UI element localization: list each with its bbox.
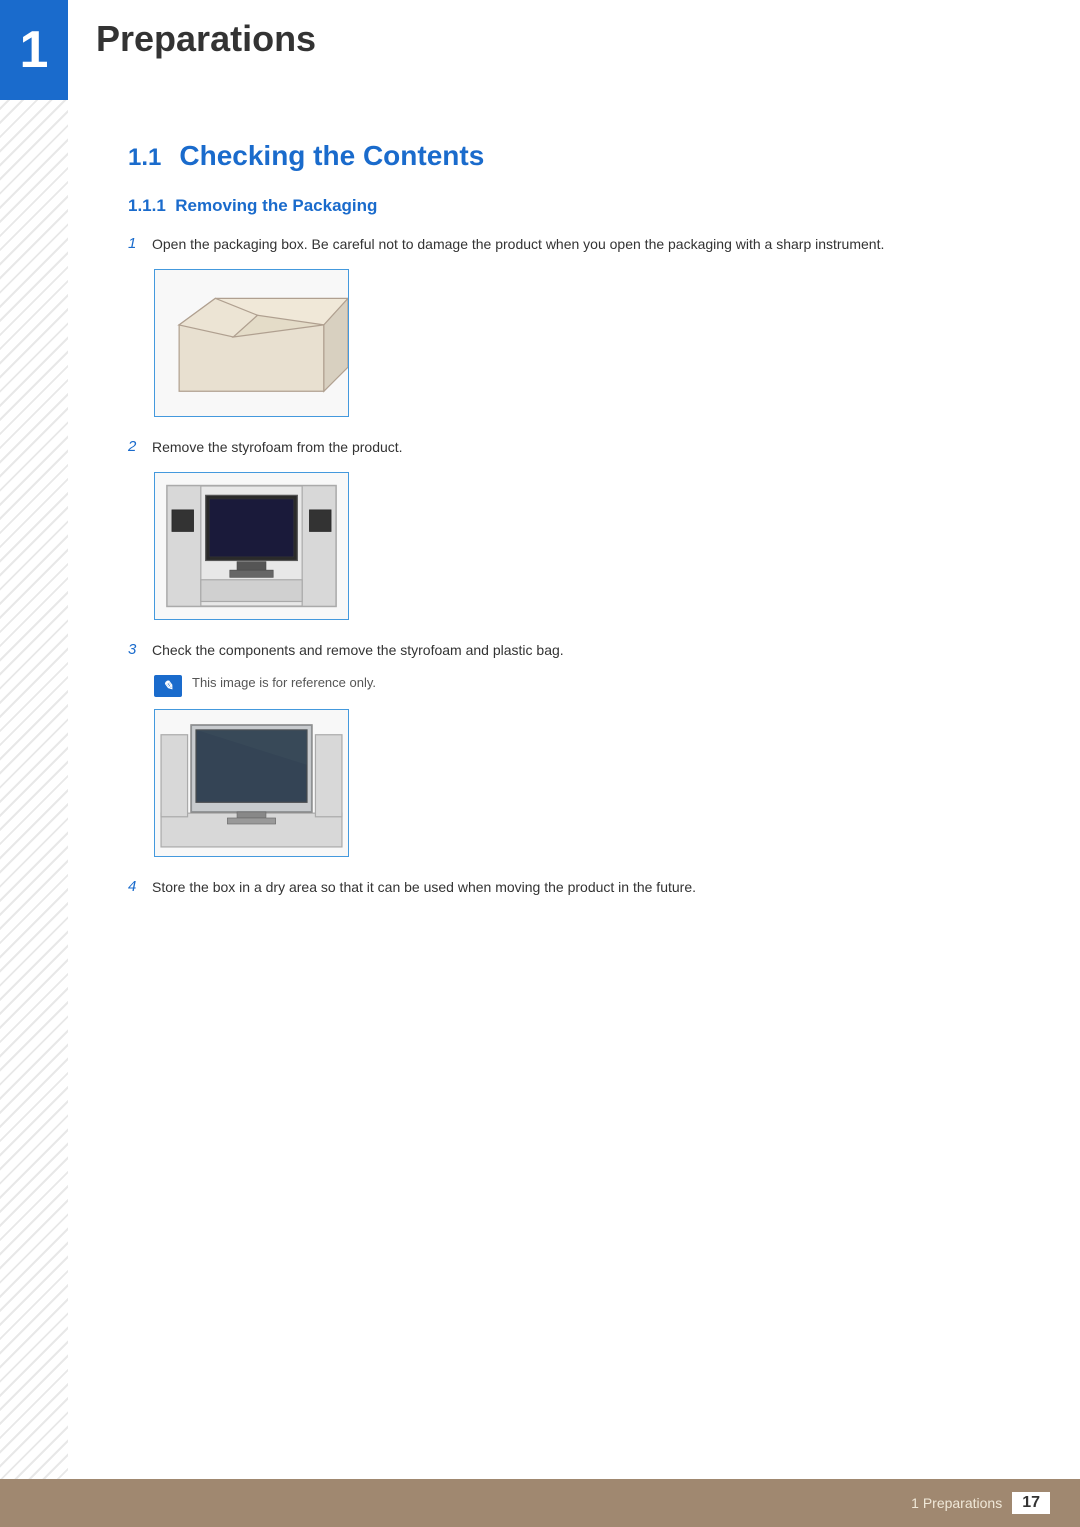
step-3-text: Check the components and remove the styr… [152,640,564,661]
step-2: 2 Remove the styrofoam from the product. [128,437,1020,620]
chapter-number-block: 1 [0,0,68,100]
step-3-note: ✎ This image is for reference only. [154,675,1020,697]
left-stripe-decoration [0,0,68,1527]
chapter-header: 1 Preparations [0,0,1080,100]
step-4-text: Store the box in a dry area so that it c… [152,877,696,898]
step-3-row: 3 Check the components and remove the st… [128,640,1020,661]
step-4: 4 Store the box in a dry area so that it… [128,877,1020,898]
chapter-title: Preparations [96,18,316,59]
footer-page-number: 17 [1012,1492,1050,1514]
step-2-number: 2 [128,438,152,455]
section-1-1-1-title: 1.1.1 Removing the Packaging [128,196,377,215]
cardboard-box-svg [155,270,348,416]
section-1-1-1-header: 1.1.1 Removing the Packaging [128,196,1020,216]
step-1-row: 1 Open the packaging box. Be careful not… [128,234,1020,255]
step-2-image [154,472,349,620]
note-text: This image is for reference only. [192,675,376,690]
step-1-text: Open the packaging box. Be careful not t… [152,234,884,255]
step-4-number: 4 [128,878,152,895]
section-1-1-title: Checking the Contents [179,140,484,172]
step-1: 1 Open the packaging box. Be careful not… [128,234,1020,417]
step-2-text: Remove the styrofoam from the product. [152,437,403,458]
section-1-1-header: 1.1 Checking the Contents [128,140,1020,172]
step-3: 3 Check the components and remove the st… [128,640,1020,857]
monitor-in-box-svg [155,473,348,619]
monitor-out-svg [155,710,348,856]
footer-text: 1 Preparations [911,1495,1002,1511]
step-1-image [154,269,349,417]
chapter-number: 1 [20,20,49,80]
step-1-number: 1 [128,235,152,252]
step-2-row: 2 Remove the styrofoam from the product. [128,437,1020,458]
main-content: 1.1 Checking the Contents 1.1.1 Removing… [68,110,1080,1477]
step-3-image [154,709,349,857]
note-icon: ✎ [154,675,182,697]
footer: 1 Preparations 17 [0,1479,1080,1527]
step-3-number: 3 [128,641,152,658]
step-4-row: 4 Store the box in a dry area so that it… [128,877,1020,898]
section-1-1-number: 1.1 [128,144,161,172]
chapter-title-area: Preparations [68,0,316,60]
